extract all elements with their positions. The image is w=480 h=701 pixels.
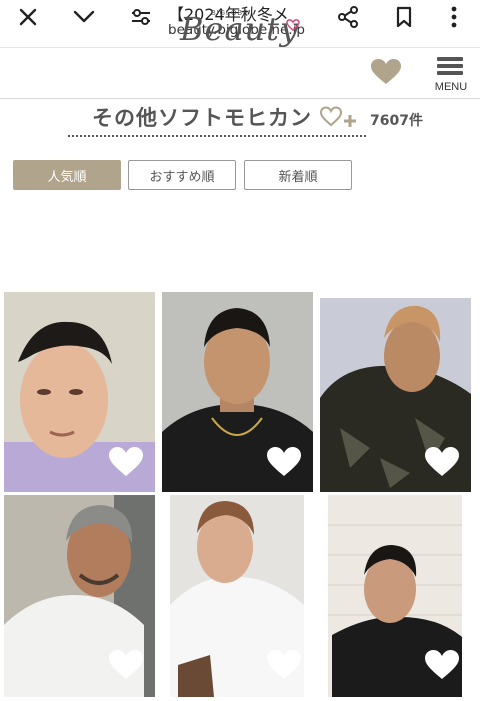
favorite-heart-icon[interactable] xyxy=(424,649,460,681)
logo-heart-icon xyxy=(286,19,300,31)
title-underline xyxy=(68,135,366,137)
chevron-down-icon[interactable] xyxy=(70,0,98,34)
sort-newest-button[interactable]: 新着順 xyxy=(244,160,352,190)
share-icon[interactable] xyxy=(335,0,361,34)
site-header xyxy=(0,49,480,99)
gallery-item[interactable] xyxy=(328,495,462,697)
gallery-item[interactable] xyxy=(162,292,313,492)
favorites-heart-icon[interactable] xyxy=(370,58,402,86)
close-icon[interactable] xyxy=(14,0,42,34)
favorite-heart-icon[interactable] xyxy=(266,649,302,681)
gallery-item[interactable] xyxy=(4,292,155,492)
menu-label: MENU xyxy=(434,81,468,93)
gallery-item[interactable] xyxy=(320,298,471,492)
sort-recommended-button[interactable]: おすすめ順 xyxy=(128,160,236,190)
favorite-heart-icon[interactable] xyxy=(108,649,144,681)
add-favorite-heart-icon[interactable] xyxy=(320,106,360,130)
site-logo[interactable]: Beauty xyxy=(180,10,299,48)
bookmark-icon[interactable] xyxy=(392,0,416,34)
result-count: 7607件 xyxy=(370,113,423,129)
gallery-item[interactable] xyxy=(4,495,155,697)
menu-button[interactable]: MENU xyxy=(433,57,469,93)
hamburger-icon xyxy=(437,57,463,61)
favorite-heart-icon[interactable] xyxy=(424,446,460,478)
favorite-heart-icon[interactable] xyxy=(266,446,302,478)
favorite-heart-icon[interactable] xyxy=(108,446,144,478)
gallery-item[interactable] xyxy=(170,495,304,697)
more-icon[interactable] xyxy=(444,0,464,34)
site-settings-icon[interactable] xyxy=(128,0,154,34)
sort-popular-button[interactable]: 人気順 xyxy=(13,160,121,190)
page-title: その他ソフトモヒカン xyxy=(92,106,312,130)
